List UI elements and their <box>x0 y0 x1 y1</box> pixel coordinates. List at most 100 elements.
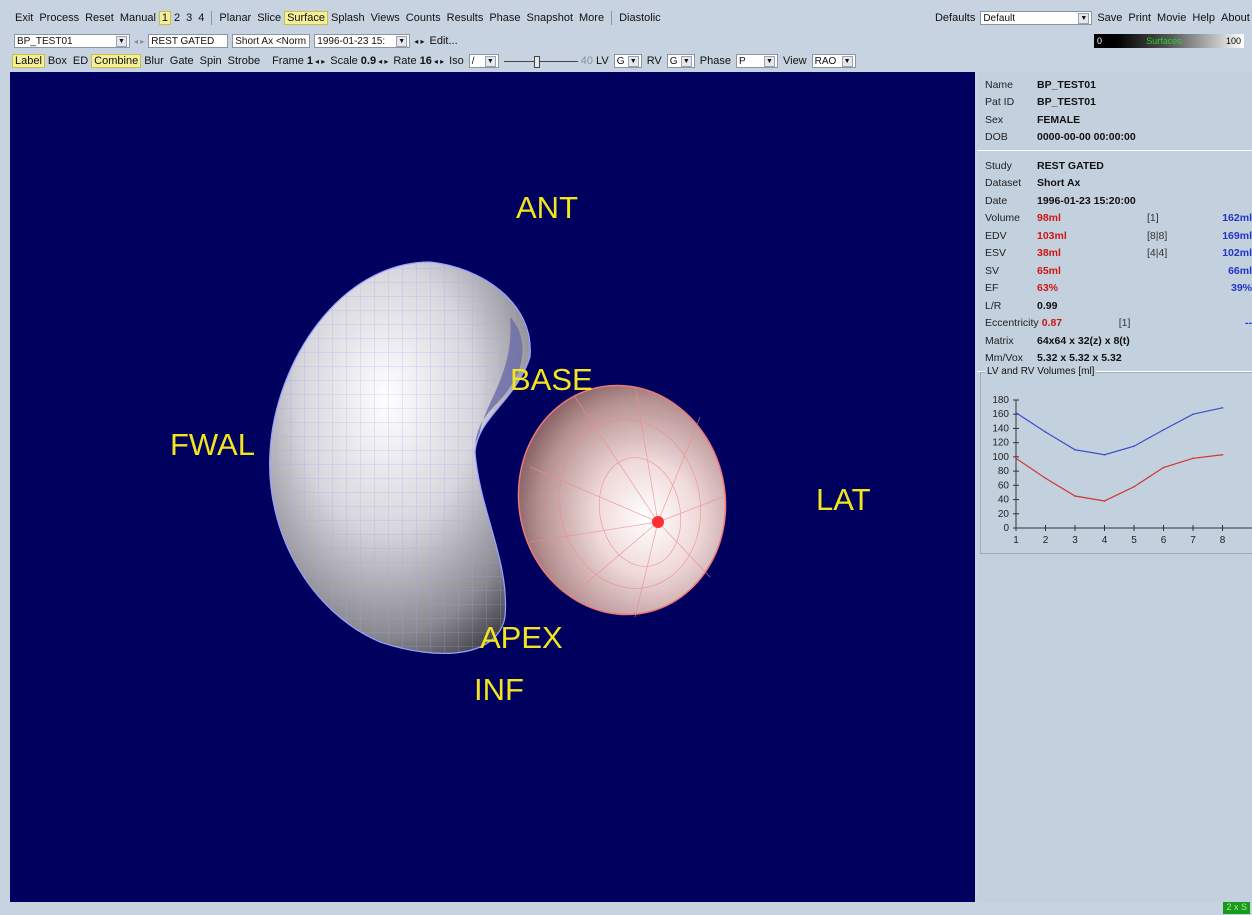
volume-point <box>1074 448 1076 451</box>
ed-toggle[interactable]: ED <box>70 55 91 67</box>
combine-toggle[interactable]: Combine <box>91 54 142 68</box>
divider <box>611 11 613 25</box>
patient-row: Pat ID BP_TEST01 <box>977 94 1252 112</box>
field-label: Date <box>985 194 1008 207</box>
menu-results[interactable]: Results <box>444 12 487 24</box>
menu-process[interactable]: Process <box>36 12 82 24</box>
iso-slider-handle[interactable] <box>533 56 540 68</box>
edit-button[interactable]: Edit... <box>427 35 461 47</box>
layout-3-button[interactable]: 3 <box>183 12 195 24</box>
layout-1-button[interactable]: 1 <box>158 11 172 25</box>
gate-toggle[interactable]: Gate <box>167 55 197 67</box>
date-select[interactable]: 1996-01-23 15: ▼ <box>314 34 411 48</box>
frame-index: [8|8] <box>1147 229 1168 242</box>
date-prev-next-icon[interactable]: ◂ ▸ <box>414 37 424 46</box>
volume-point <box>1074 495 1076 497</box>
phase-select[interactable]: P ▼ <box>735 54 778 68</box>
blur-toggle[interactable]: Blur <box>141 55 167 67</box>
menu-phase[interactable]: Phase <box>486 12 523 24</box>
iso-slider[interactable] <box>503 54 578 68</box>
rate-stepper-icon[interactable]: ◂ ▸ <box>434 57 444 66</box>
help-button[interactable]: Help <box>1189 12 1218 24</box>
menu-manual[interactable]: Manual <box>117 12 159 24</box>
defaults-select[interactable]: Default ▼ <box>980 11 1093 25</box>
surface-viewport[interactable]: ANT BASE FWAL LAT APEX INF <box>10 72 975 902</box>
print-button[interactable]: Print <box>1125 12 1154 24</box>
divider <box>211 11 213 25</box>
strobe-toggle[interactable]: Strobe <box>225 55 263 67</box>
field-label: Matrix <box>985 334 1014 347</box>
save-button[interactable]: Save <box>1094 12 1125 24</box>
volume-chart-panel: LV and RV Volumes [ml] 0 20 40 60 80 100 120 14… <box>980 366 1252 554</box>
rv-value: 102ml <box>1222 247 1252 260</box>
frame-stepper-icon[interactable]: ◂ ▸ <box>315 57 325 66</box>
iso-select[interactable]: / ▼ <box>468 54 499 68</box>
y-tick-label: 20 <box>998 509 1010 520</box>
volume-point <box>1162 466 1165 469</box>
volume-chart: 0 20 40 60 80 100 120 140 160 180 1 2 3 4 5 6 7 8 <box>992 395 1252 546</box>
lv-select[interactable]: G ▼ <box>613 54 642 68</box>
menu-planar[interactable]: Planar <box>216 12 254 24</box>
menu-diastolic[interactable]: Diastolic <box>616 12 664 24</box>
status-badge: 2 x S <box>1223 902 1250 914</box>
field-value: 38ml <box>1037 247 1061 260</box>
menu-snapshot[interactable]: Snapshot <box>524 12 576 24</box>
color-scale-bar[interactable]: 0 Surfaces 100 <box>1094 34 1244 48</box>
menu-counts[interactable]: Counts <box>403 12 444 24</box>
about-button[interactable]: About <box>1218 12 1252 24</box>
rv-select[interactable]: G ▼ <box>666 54 695 68</box>
study-select[interactable]: REST GATED <box>148 34 229 48</box>
menu-exit[interactable]: Exit <box>12 12 36 24</box>
volume-point <box>1103 500 1106 502</box>
volume-point <box>1103 453 1106 456</box>
x-tick-label: 5 <box>1131 535 1137 546</box>
layout-2-button[interactable]: 2 <box>171 12 183 24</box>
chevron-down-icon: ▼ <box>484 55 496 67</box>
rv-label: RV <box>646 55 662 67</box>
volume-series-line-1 <box>1015 454 1223 502</box>
phase-select-value: P <box>738 55 746 67</box>
volume-point <box>1221 453 1224 456</box>
field-value: 0000-00-00 00:00:00 <box>1037 131 1136 144</box>
study-row: Eccentricity 0.87 [1] -- <box>977 315 1252 333</box>
field-label: Eccentricity <box>985 317 1039 330</box>
y-tick-label: 160 <box>992 409 1009 420</box>
field-label: Sex <box>985 113 1004 126</box>
label-toggle[interactable]: Label <box>12 54 45 68</box>
menu-reset[interactable]: Reset <box>82 12 117 24</box>
study-row: Matrix 64x64 x 32(z) x 8(t) <box>977 332 1252 350</box>
view-select[interactable]: RAO ▼ <box>811 54 856 68</box>
menu-splash[interactable]: Splash <box>328 12 368 24</box>
field-label: Mm/Vox <box>985 352 1023 365</box>
volume-point <box>1044 431 1047 433</box>
field-label: Volume <box>985 212 1021 225</box>
menu-more[interactable]: More <box>576 12 607 24</box>
field-value: REST GATED <box>1037 159 1104 172</box>
field-label: EDV <box>985 229 1007 242</box>
y-tick-label: 180 <box>992 395 1009 406</box>
x-tick-label: 7 <box>1190 535 1196 546</box>
field-value: FEMALE <box>1037 113 1081 126</box>
volume-point <box>1192 413 1194 416</box>
menu-views[interactable]: Views <box>368 12 403 24</box>
field-value: BP_TEST01 <box>1037 96 1096 109</box>
patient-info: Name BP_TEST01 Pat ID BP_TEST01 Sex FEMALE … <box>977 72 1252 151</box>
rv-value: -- <box>1245 317 1252 330</box>
patient-select[interactable]: BP_TEST01 ▼ <box>14 34 130 48</box>
dataset-select[interactable]: Short Ax <Norm <box>232 34 311 48</box>
volume-point <box>1015 457 1017 460</box>
chevron-down-icon: ▼ <box>116 35 127 47</box>
menu-slice[interactable]: Slice <box>254 12 284 24</box>
movie-button[interactable]: Movie <box>1154 12 1189 24</box>
scale-stepper-icon[interactable]: ◂ ▸ <box>378 57 388 66</box>
view-label: View <box>782 55 807 67</box>
spin-toggle[interactable]: Spin <box>197 55 225 67</box>
volume-point <box>1044 477 1047 480</box>
phase-label: Phase <box>699 55 731 67</box>
layout-4-button[interactable]: 4 <box>195 12 207 24</box>
defaults-value: Default <box>983 12 1016 24</box>
study-row: SV 65ml 66ml <box>977 262 1252 280</box>
box-toggle[interactable]: Box <box>45 55 70 67</box>
menu-surface[interactable]: Surface <box>284 11 328 25</box>
study-row: Study REST GATED <box>977 157 1252 175</box>
